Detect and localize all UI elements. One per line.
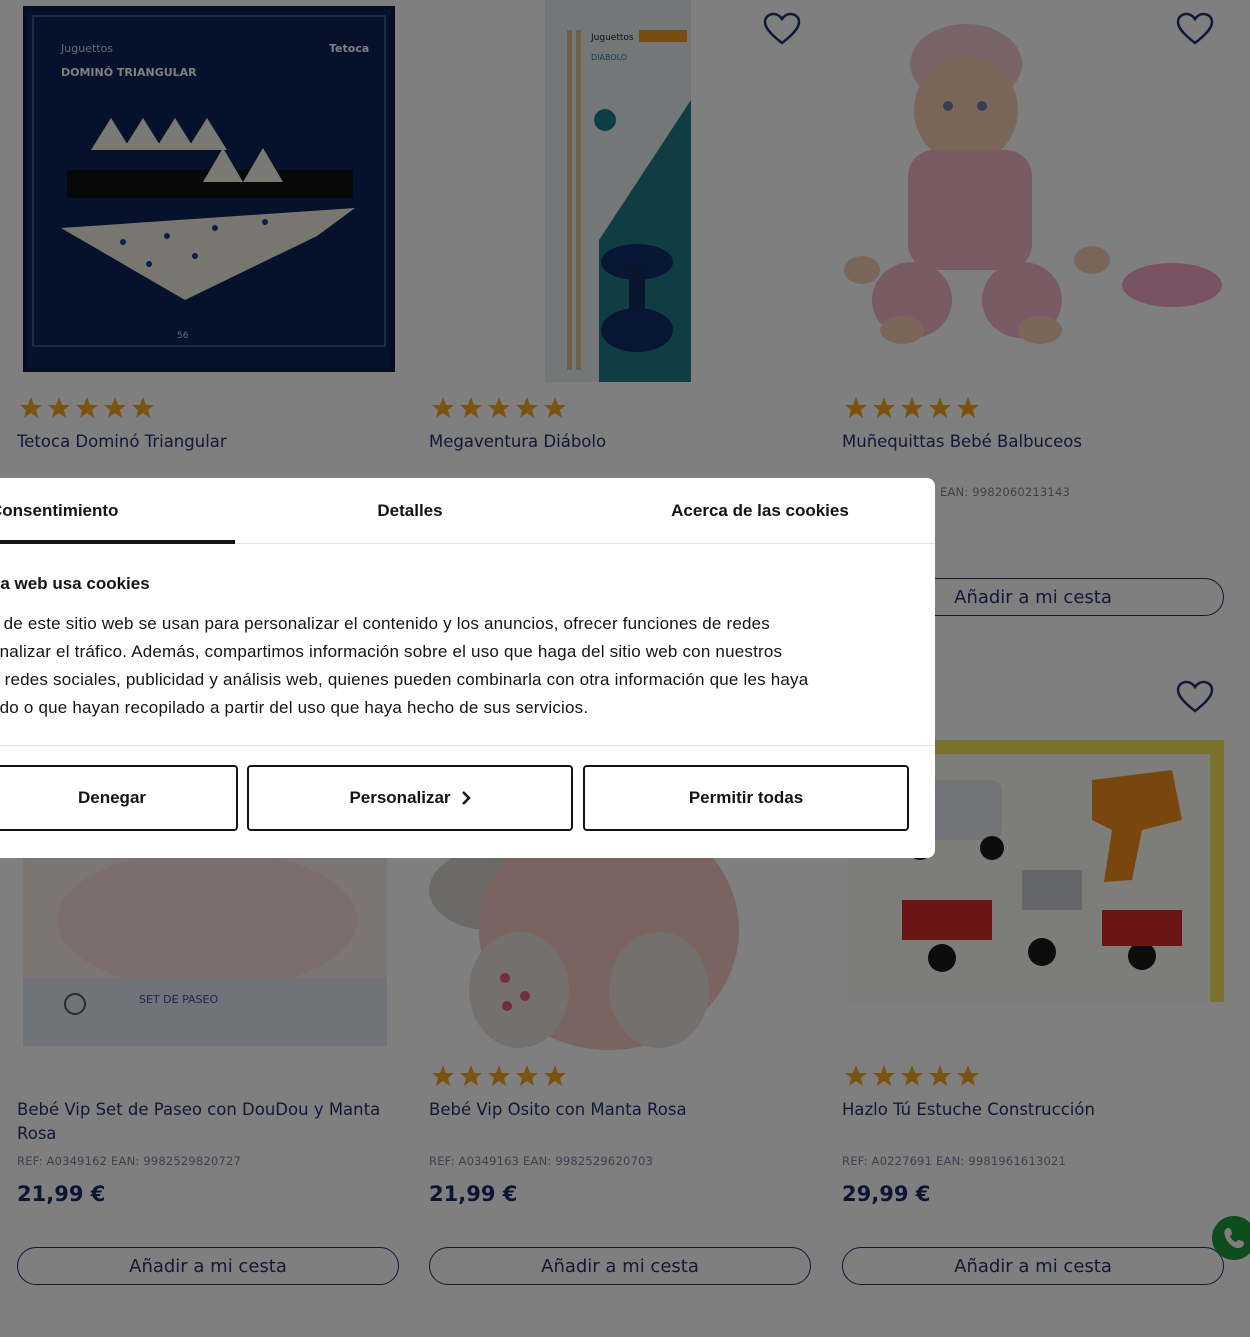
- customize-label: Personalizar: [349, 788, 451, 807]
- cookie-consent-dialog: Consentimiento Detalles Acerca de las co…: [0, 478, 935, 858]
- cookie-heading: na web usa cookies: [0, 574, 150, 593]
- tab-consent[interactable]: Consentimiento: [0, 478, 235, 544]
- deny-button[interactable]: Denegar: [0, 765, 238, 831]
- allow-all-button[interactable]: Permitir todas: [583, 765, 909, 831]
- active-tab-indicator: [0, 540, 235, 544]
- chevron-right-icon: [461, 791, 471, 805]
- cookie-description: s de este sitio web se usan para persona…: [0, 614, 809, 717]
- tab-about-cookies[interactable]: Acerca de las cookies: [585, 478, 935, 544]
- divider: [0, 745, 935, 746]
- allow-all-label: Permitir todas: [688, 788, 804, 807]
- customize-button[interactable]: Personalizar: [247, 765, 573, 831]
- cookie-tabs: Consentimiento Detalles Acerca de las co…: [0, 478, 935, 544]
- deny-label: Denegar: [77, 788, 147, 807]
- tab-details[interactable]: Detalles: [235, 478, 585, 544]
